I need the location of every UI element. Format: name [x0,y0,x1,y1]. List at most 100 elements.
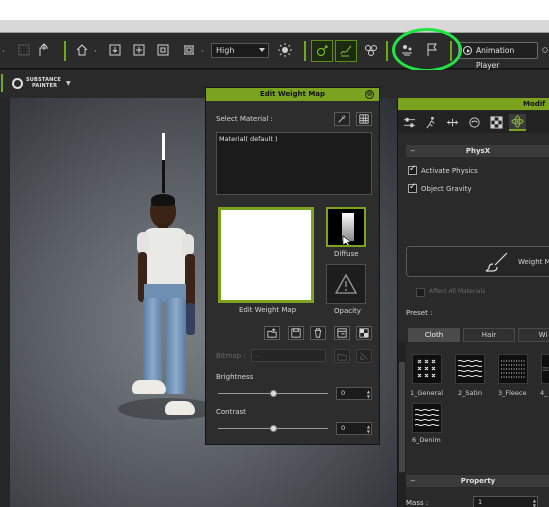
preset-category-tabs: Cloth Hair Wi [408,328,549,342]
physx-header-title: PhysX [465,147,491,155]
tab-hair[interactable]: Hair [463,328,515,342]
opacity-label: Opacity [334,307,361,315]
soft-cloth-toggle-icon[interactable] [335,40,357,62]
bitmap-path-field: ... [251,349,326,362]
substance-label: SUBSTANCE PAINTER [26,77,61,89]
contrast-value: 0 [341,424,346,432]
launch-editor-icon[interactable] [334,326,350,340]
mass-stepper[interactable]: 1 ▲ ▼ [473,496,538,507]
home-icon[interactable] [74,42,90,58]
main-toolbar: · · · High Animation Player [0,33,549,70]
lines-icon [542,367,549,371]
weight-map-thumbnail[interactable] [218,207,314,303]
preset-scrollbar[interactable] [398,342,406,507]
property-section-header[interactable]: − Property [406,475,549,487]
tab-morph-icon[interactable] [466,114,483,131]
bitmap-reset-icon [356,349,372,363]
tab-wind-label: Wi [538,331,548,339]
affect-all-materials-label: Affect All Materials [429,288,486,295]
trash-icon[interactable] [310,326,326,340]
preset-satin[interactable] [455,354,485,384]
opacity-thumbnail[interactable] [326,264,366,304]
modify-panel: Modif − PhysX Activate Physics Object Gr… [397,98,549,507]
diffuse-thumbnail[interactable] [326,207,366,247]
modify-panel-title-text: Modif [523,100,546,108]
activate-physics-checkbox[interactable] [408,164,417,175]
preset-fleece[interactable] [498,354,528,384]
stepper-arrows-icon[interactable]: ▲ ▼ [533,498,536,507]
collision-shape-icon[interactable] [363,42,379,58]
load-image-icon[interactable] [264,326,280,340]
property-header-title: Property [460,477,496,485]
transform-gizmo[interactable] [162,133,165,193]
stepper-arrows-icon[interactable]: ▲ ▼ [367,424,370,434]
frame-all-icon[interactable] [131,42,147,58]
tab-cloth-label: Cloth [424,331,444,339]
brightness-slider-knob[interactable] [269,390,277,397]
eyedropper-icon[interactable] [334,112,350,126]
modify-panel-title: Modif [398,98,549,110]
chevron-down-icon [259,48,265,52]
physx-section-header[interactable]: − PhysX [406,145,549,157]
close-icon[interactable]: ⊗ [365,90,374,99]
stepper-arrows-icon[interactable]: ▲ ▼ [367,389,370,399]
affect-all-materials-checkbox [416,288,425,297]
preset-general[interactable] [412,354,442,384]
contrast-stepper[interactable]: 0 ▲ ▼ [336,422,372,435]
tab-material-icon[interactable] [488,114,505,131]
preset-4-label: 4_ [540,389,548,397]
animation-player-button[interactable]: Animation Player [458,42,538,70]
select-icon[interactable] [16,42,32,58]
tab-sliders-icon[interactable] [401,114,418,131]
checker-icon[interactable] [356,326,372,340]
tab-cloth[interactable]: Cloth [408,328,460,342]
light-icon[interactable] [277,42,293,58]
bitmap-path-value: ... [255,351,262,359]
weight-map-button-label: Weight M [518,258,549,266]
tab-motion-icon[interactable] [423,114,440,131]
toolbar-separator [304,41,306,61]
physics-toggle-icon[interactable] [311,40,333,62]
diffuse-label: Diffuse [334,250,359,258]
select-material-label: Select Material : [216,115,273,123]
panel-title-text: Edit Weight Map [259,90,326,98]
frame-selected-icon[interactable] [155,42,171,58]
toolbar-separator [386,41,388,61]
camera-view-icon[interactable] [181,42,197,58]
tab-physics-icon[interactable] [509,114,526,131]
wave-icon [457,359,483,378]
preset-denim[interactable] [412,403,442,433]
preset-denim-label: 6_Denim [412,436,441,444]
tab-pose-icon[interactable] [444,114,461,131]
align-bottom-icon[interactable] [107,42,123,58]
toolbar-separator [1,74,3,92]
scrollbar-thumb[interactable] [399,362,405,472]
character-hair [151,194,175,206]
render-quality-select[interactable]: High [211,43,269,58]
save-icon[interactable] [288,326,304,340]
weight-map-button[interactable]: Weight M [406,246,549,277]
character-right-leg [166,298,186,394]
warning-icon [334,273,358,294]
tab-hair-label: Hair [481,331,497,339]
material-list-item[interactable]: Material( default ) [219,135,277,143]
window-title-strip [0,0,549,20]
material-grid-icon[interactable] [356,112,372,126]
panel-title: Edit Weight Map [206,88,379,101]
object-gravity-checkbox[interactable] [408,182,417,193]
preset-4[interactable] [541,354,549,384]
play-icon [463,46,472,55]
material-list[interactable]: Material( default ) [216,132,372,195]
character-shirt [143,228,187,286]
substance-painter-button[interactable]: SUBSTANCE PAINTER ▼ [12,77,71,89]
overflow-icon[interactable] [541,42,549,58]
pivot-icon[interactable] [36,42,52,58]
bitmap-label: Bitmap : [216,352,246,360]
tab-wind[interactable]: Wi [518,328,549,342]
menu-bar-rule [0,20,549,33]
contrast-slider-knob[interactable] [269,425,277,432]
character-left-shoe [132,380,166,394]
preset-label: Preset : [406,309,433,317]
brightness-stepper[interactable]: 0 ▲ ▼ [336,387,372,400]
highlight-circle-annotation [392,28,462,72]
